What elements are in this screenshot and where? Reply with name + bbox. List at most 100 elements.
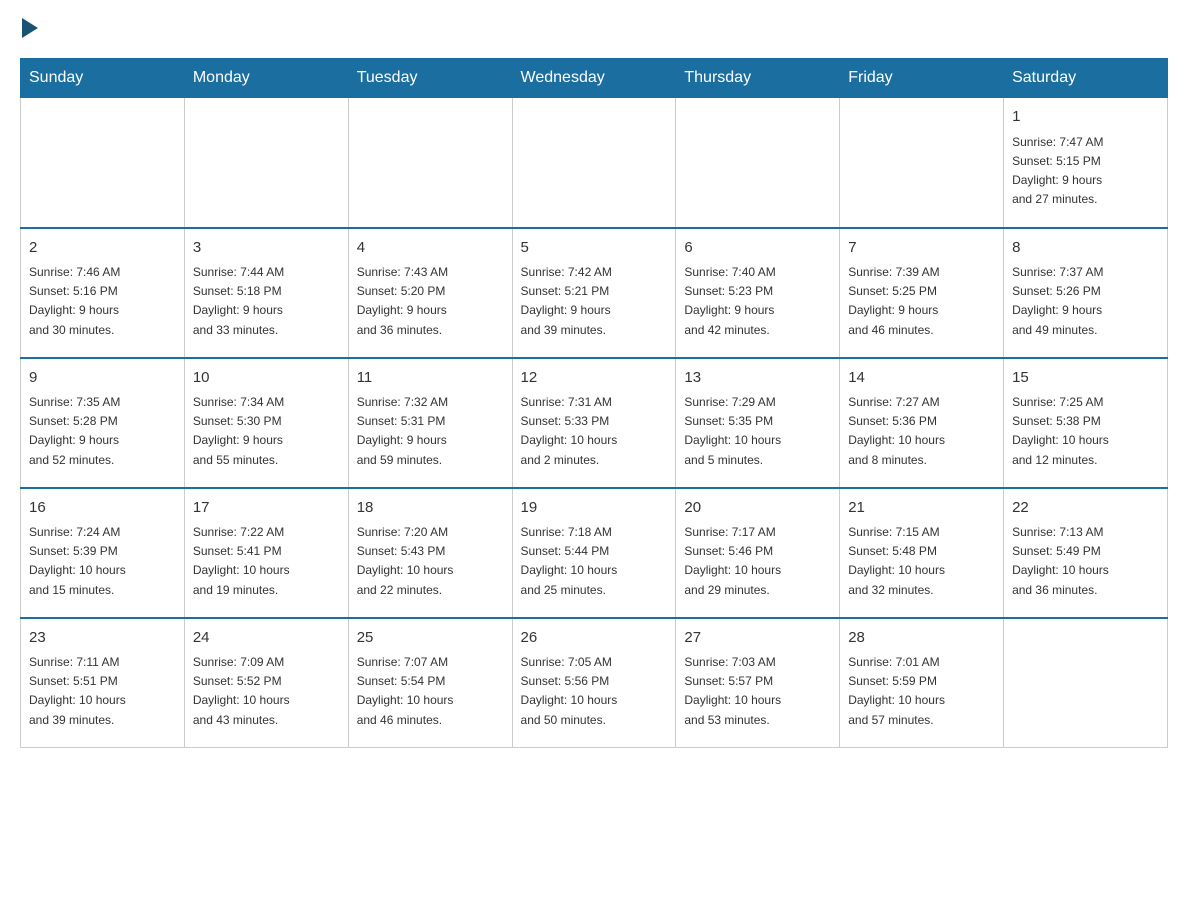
- calendar-cell: 22 Sunrise: 7:13 AM Sunset: 5:49 PM Dayli…: [1004, 488, 1168, 618]
- day-info: Sunrise: 7:29 AM Sunset: 5:35 PM Dayligh…: [684, 393, 831, 470]
- calendar-cell: 3 Sunrise: 7:44 AM Sunset: 5:18 PM Daylig…: [184, 228, 348, 358]
- logo-arrow-icon: [22, 18, 38, 38]
- calendar-cell: 28 Sunrise: 7:01 AM Sunset: 5:59 PM Dayli…: [840, 618, 1004, 748]
- day-number: 24: [193, 627, 340, 650]
- day-number: 25: [357, 627, 504, 650]
- calendar-week-row: 16 Sunrise: 7:24 AM Sunset: 5:39 PM Dayli…: [21, 488, 1168, 618]
- day-info: Sunrise: 7:05 AM Sunset: 5:56 PM Dayligh…: [521, 653, 668, 730]
- day-info: Sunrise: 7:17 AM Sunset: 5:46 PM Dayligh…: [684, 523, 831, 600]
- day-info: Sunrise: 7:32 AM Sunset: 5:31 PM Dayligh…: [357, 393, 504, 470]
- day-info: Sunrise: 7:44 AM Sunset: 5:18 PM Dayligh…: [193, 263, 340, 340]
- calendar-cell: 26Sunrise: 7:05 AM Sunset: 5:56 PM Dayli…: [512, 618, 676, 748]
- day-number: 19: [521, 497, 668, 520]
- day-number: 9: [29, 367, 176, 390]
- day-number: 28: [848, 627, 995, 650]
- calendar-cell: 15 Sunrise: 7:25 AM Sunset: 5:38 PM Dayli…: [1004, 358, 1168, 488]
- day-info: Sunrise: 7:22 AM Sunset: 5:41 PM Dayligh…: [193, 523, 340, 600]
- day-info: Sunrise: 7:31 AM Sunset: 5:33 PM Dayligh…: [521, 393, 668, 470]
- day-number: 3: [193, 237, 340, 260]
- calendar-cell: [512, 98, 676, 228]
- day-info: Sunrise: 7:20 AM Sunset: 5:43 PM Dayligh…: [357, 523, 504, 600]
- calendar-cell: 2 Sunrise: 7:46 AM Sunset: 5:16 PM Daylig…: [21, 228, 185, 358]
- day-number: 12: [521, 367, 668, 390]
- weekday-header-monday: Monday: [184, 59, 348, 98]
- calendar-week-row: 1 Sunrise: 7:47 AM Sunset: 5:15 PM Daylig…: [21, 98, 1168, 228]
- day-info: Sunrise: 7:24 AM Sunset: 5:39 PM Dayligh…: [29, 523, 176, 600]
- day-info: Sunrise: 7:43 AM Sunset: 5:20 PM Dayligh…: [357, 263, 504, 340]
- day-info: Sunrise: 7:39 AM Sunset: 5:25 PM Dayligh…: [848, 263, 995, 340]
- calendar-cell: 9 Sunrise: 7:35 AM Sunset: 5:28 PM Daylig…: [21, 358, 185, 488]
- day-info: Sunrise: 7:15 AM Sunset: 5:48 PM Dayligh…: [848, 523, 995, 600]
- day-number: 8: [1012, 237, 1159, 260]
- calendar-cell: 5 Sunrise: 7:42 AM Sunset: 5:21 PM Daylig…: [512, 228, 676, 358]
- day-number: 27: [684, 627, 831, 650]
- calendar-cell: 21 Sunrise: 7:15 AM Sunset: 5:48 PM Dayli…: [840, 488, 1004, 618]
- day-info: Sunrise: 7:25 AM Sunset: 5:38 PM Dayligh…: [1012, 393, 1159, 470]
- calendar-cell: [348, 98, 512, 228]
- calendar-cell: 13Sunrise: 7:29 AM Sunset: 5:35 PM Dayli…: [676, 358, 840, 488]
- day-number: 23: [29, 627, 176, 650]
- day-number: 2: [29, 237, 176, 260]
- day-number: 14: [848, 367, 995, 390]
- calendar-week-row: 2 Sunrise: 7:46 AM Sunset: 5:16 PM Daylig…: [21, 228, 1168, 358]
- day-number: 15: [1012, 367, 1159, 390]
- day-number: 6: [684, 237, 831, 260]
- calendar-cell: 7 Sunrise: 7:39 AM Sunset: 5:25 PM Daylig…: [840, 228, 1004, 358]
- calendar-cell: [184, 98, 348, 228]
- calendar-table: SundayMondayTuesdayWednesdayThursdayFrid…: [20, 58, 1168, 748]
- calendar-cell: 17Sunrise: 7:22 AM Sunset: 5:41 PM Dayli…: [184, 488, 348, 618]
- weekday-header-thursday: Thursday: [676, 59, 840, 98]
- calendar-cell: 20Sunrise: 7:17 AM Sunset: 5:46 PM Dayli…: [676, 488, 840, 618]
- calendar-cell: 12 Sunrise: 7:31 AM Sunset: 5:33 PM Dayli…: [512, 358, 676, 488]
- day-info: Sunrise: 7:34 AM Sunset: 5:30 PM Dayligh…: [193, 393, 340, 470]
- calendar-cell: 14 Sunrise: 7:27 AM Sunset: 5:36 PM Dayli…: [840, 358, 1004, 488]
- calendar-cell: 1 Sunrise: 7:47 AM Sunset: 5:15 PM Daylig…: [1004, 98, 1168, 228]
- calendar-cell: 4 Sunrise: 7:43 AM Sunset: 5:20 PM Daylig…: [348, 228, 512, 358]
- weekday-header-row: SundayMondayTuesdayWednesdayThursdayFrid…: [21, 59, 1168, 98]
- day-info: Sunrise: 7:35 AM Sunset: 5:28 PM Dayligh…: [29, 393, 176, 470]
- calendar-cell: [840, 98, 1004, 228]
- day-info: Sunrise: 7:42 AM Sunset: 5:21 PM Dayligh…: [521, 263, 668, 340]
- day-info: Sunrise: 7:01 AM Sunset: 5:59 PM Dayligh…: [848, 653, 995, 730]
- day-info: Sunrise: 7:47 AM Sunset: 5:15 PM Dayligh…: [1012, 133, 1159, 210]
- logo: [20, 20, 38, 38]
- day-info: Sunrise: 7:37 AM Sunset: 5:26 PM Dayligh…: [1012, 263, 1159, 340]
- day-info: Sunrise: 7:13 AM Sunset: 5:49 PM Dayligh…: [1012, 523, 1159, 600]
- day-info: Sunrise: 7:40 AM Sunset: 5:23 PM Dayligh…: [684, 263, 831, 340]
- day-number: 16: [29, 497, 176, 520]
- weekday-header-friday: Friday: [840, 59, 1004, 98]
- calendar-cell: 11 Sunrise: 7:32 AM Sunset: 5:31 PM Dayli…: [348, 358, 512, 488]
- calendar-cell: 19 Sunrise: 7:18 AM Sunset: 5:44 PM Dayli…: [512, 488, 676, 618]
- day-number: 10: [193, 367, 340, 390]
- day-number: 18: [357, 497, 504, 520]
- calendar-cell: [1004, 618, 1168, 748]
- day-number: 21: [848, 497, 995, 520]
- calendar-cell: 23 Sunrise: 7:11 AM Sunset: 5:51 PM Dayli…: [21, 618, 185, 748]
- day-number: 22: [1012, 497, 1159, 520]
- calendar-week-row: 23 Sunrise: 7:11 AM Sunset: 5:51 PM Dayli…: [21, 618, 1168, 748]
- day-info: Sunrise: 7:18 AM Sunset: 5:44 PM Dayligh…: [521, 523, 668, 600]
- calendar-cell: 27 Sunrise: 7:03 AM Sunset: 5:57 PM Dayli…: [676, 618, 840, 748]
- day-info: Sunrise: 7:11 AM Sunset: 5:51 PM Dayligh…: [29, 653, 176, 730]
- calendar-cell: 8 Sunrise: 7:37 AM Sunset: 5:26 PM Daylig…: [1004, 228, 1168, 358]
- calendar-cell: 10 Sunrise: 7:34 AM Sunset: 5:30 PM Dayli…: [184, 358, 348, 488]
- calendar-cell: [21, 98, 185, 228]
- day-number: 4: [357, 237, 504, 260]
- weekday-header-saturday: Saturday: [1004, 59, 1168, 98]
- weekday-header-tuesday: Tuesday: [348, 59, 512, 98]
- weekday-header-wednesday: Wednesday: [512, 59, 676, 98]
- day-number: 1: [1012, 106, 1159, 129]
- calendar-cell: 25 Sunrise: 7:07 AM Sunset: 5:54 PM Dayli…: [348, 618, 512, 748]
- day-info: Sunrise: 7:27 AM Sunset: 5:36 PM Dayligh…: [848, 393, 995, 470]
- day-number: 7: [848, 237, 995, 260]
- calendar-week-row: 9 Sunrise: 7:35 AM Sunset: 5:28 PM Daylig…: [21, 358, 1168, 488]
- calendar-cell: [676, 98, 840, 228]
- day-number: 5: [521, 237, 668, 260]
- day-info: Sunrise: 7:07 AM Sunset: 5:54 PM Dayligh…: [357, 653, 504, 730]
- day-info: Sunrise: 7:03 AM Sunset: 5:57 PM Dayligh…: [684, 653, 831, 730]
- weekday-header-sunday: Sunday: [21, 59, 185, 98]
- day-number: 11: [357, 367, 504, 390]
- day-info: Sunrise: 7:09 AM Sunset: 5:52 PM Dayligh…: [193, 653, 340, 730]
- calendar-cell: 18 Sunrise: 7:20 AM Sunset: 5:43 PM Dayli…: [348, 488, 512, 618]
- day-info: Sunrise: 7:46 AM Sunset: 5:16 PM Dayligh…: [29, 263, 176, 340]
